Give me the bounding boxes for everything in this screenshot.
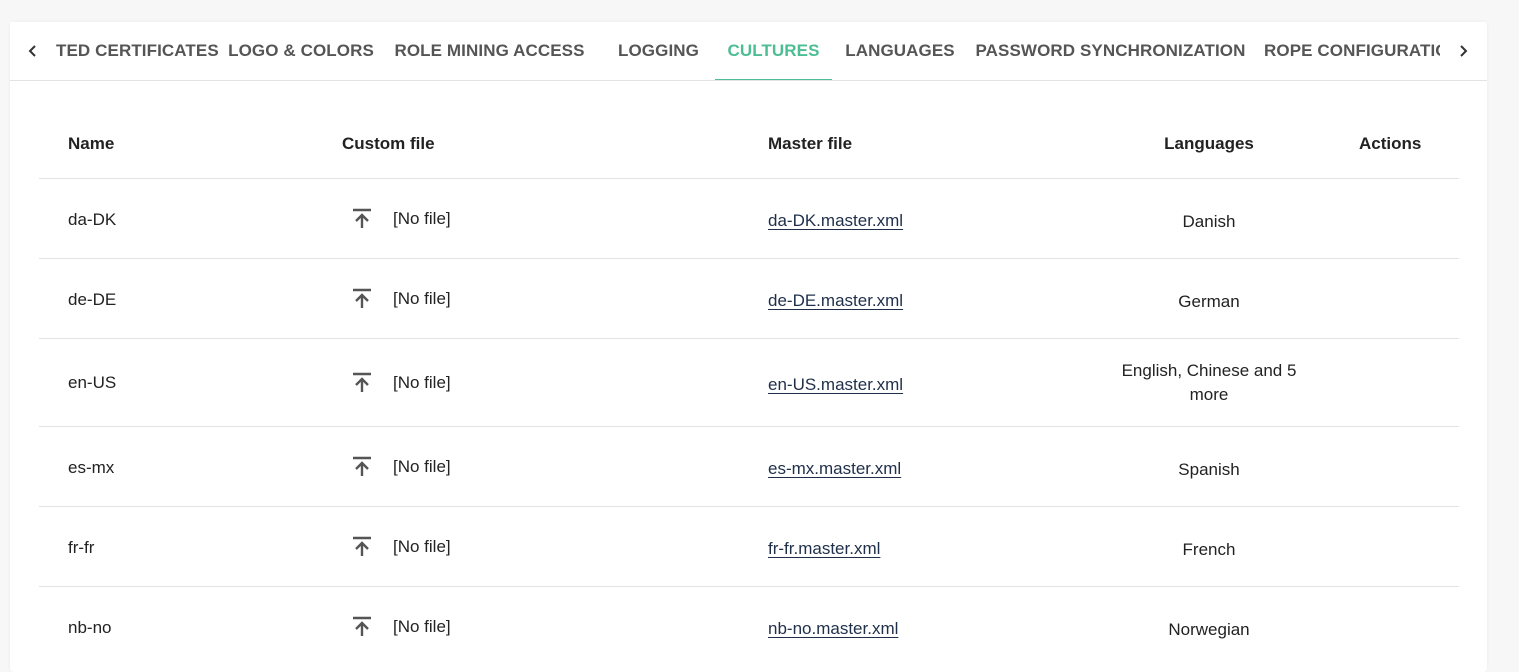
tab-logo-colors[interactable]: LOGO & COLORS bbox=[217, 22, 385, 80]
tab-scroll-right-button[interactable] bbox=[1440, 22, 1486, 80]
culture-name: nb-no bbox=[68, 618, 112, 637]
master-file-link[interactable]: da-DK.master.xml bbox=[768, 211, 903, 231]
tab-trusted-certificates[interactable]: TED CERTIFICATES bbox=[56, 22, 219, 80]
upload-icon[interactable] bbox=[350, 371, 374, 395]
tabs-viewport: TED CERTIFICATES LOGO & COLORS ROLE MINI… bbox=[56, 22, 1440, 80]
tab-bar: TED CERTIFICATES LOGO & COLORS ROLE MINI… bbox=[10, 22, 1487, 81]
custom-file-value: [No file] bbox=[393, 289, 451, 308]
custom-file-value: [No file] bbox=[393, 209, 451, 228]
table-header: Name Custom file Master file Languages A… bbox=[39, 106, 1459, 179]
chevron-right-icon bbox=[1460, 45, 1468, 57]
table-row: fr-fr [No file] fr-fr.master.xml French bbox=[39, 507, 1459, 587]
header-name[interactable]: Name bbox=[68, 134, 114, 154]
custom-file-value: [No file] bbox=[393, 617, 451, 636]
tab-rope-configuration[interactable]: ROPE CONFIGURATION bbox=[1264, 22, 1440, 80]
tab-scroll-left-button[interactable] bbox=[10, 22, 56, 80]
upload-icon[interactable] bbox=[350, 615, 374, 639]
chevron-left-icon bbox=[28, 45, 36, 57]
header-actions: Actions bbox=[1359, 134, 1422, 153]
languages-value: English, Chinese and 5 more bbox=[1121, 361, 1297, 404]
table-row: en-US [No file] en-US.master.xml English… bbox=[39, 339, 1459, 427]
table-row: nb-no [No file] nb-no.master.xml Norwegi… bbox=[39, 587, 1459, 666]
upload-icon[interactable] bbox=[350, 207, 374, 231]
languages-value: Danish bbox=[1182, 212, 1236, 231]
table-row: de-DE [No file] de-DE.master.xml German bbox=[39, 259, 1459, 339]
tab-cultures[interactable]: CULTURES bbox=[715, 22, 832, 80]
custom-file-value: [No file] bbox=[393, 457, 451, 476]
languages-value: Spanish bbox=[1178, 460, 1240, 479]
languages-value: German bbox=[1178, 292, 1240, 311]
table-row: es-mx [No file] es-mx.master.xml Spanish bbox=[39, 427, 1459, 507]
master-file-link[interactable]: nb-no.master.xml bbox=[768, 619, 898, 639]
tab-password-synchronization[interactable]: PASSWORD SYNCHRONIZATION bbox=[968, 22, 1253, 80]
tab-role-mining-access[interactable]: ROLE MINING ACCESS bbox=[394, 22, 584, 80]
languages-value: Norwegian bbox=[1168, 620, 1250, 639]
upload-icon[interactable] bbox=[350, 455, 374, 479]
languages-value: French bbox=[1182, 540, 1236, 559]
upload-icon[interactable] bbox=[350, 535, 374, 559]
culture-name: de-DE bbox=[68, 290, 117, 309]
master-file-link[interactable]: es-mx.master.xml bbox=[768, 459, 901, 479]
custom-file-value: [No file] bbox=[393, 373, 451, 392]
culture-name: da-DK bbox=[68, 210, 117, 229]
tab-languages[interactable]: LANGUAGES bbox=[832, 22, 968, 80]
settings-card: TED CERTIFICATES LOGO & COLORS ROLE MINI… bbox=[10, 22, 1487, 672]
tab-logging[interactable]: LOGGING bbox=[603, 22, 714, 80]
culture-name: en-US bbox=[68, 373, 117, 392]
header-master-file[interactable]: Master file bbox=[768, 134, 852, 154]
master-file-link[interactable]: de-DE.master.xml bbox=[768, 291, 903, 311]
table-row: da-DK [No file] da-DK.master.xml Danish bbox=[39, 179, 1459, 259]
master-file-link[interactable]: en-US.master.xml bbox=[768, 375, 903, 395]
culture-name: fr-fr bbox=[68, 538, 95, 557]
custom-file-value: [No file] bbox=[393, 537, 451, 556]
header-languages[interactable]: Languages bbox=[1114, 134, 1304, 154]
cultures-table: Name Custom file Master file Languages A… bbox=[39, 106, 1459, 666]
master-file-link[interactable]: fr-fr.master.xml bbox=[768, 539, 880, 559]
header-custom-file[interactable]: Custom file bbox=[342, 134, 435, 154]
upload-icon[interactable] bbox=[350, 287, 374, 311]
culture-name: es-mx bbox=[68, 458, 115, 477]
